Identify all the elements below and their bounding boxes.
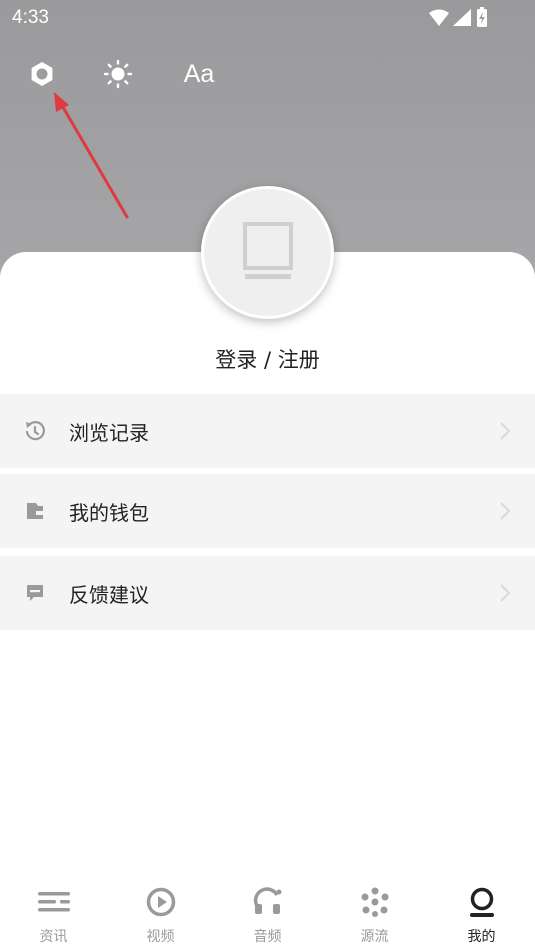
status-bar: 4:33 bbox=[0, 0, 535, 36]
status-icons bbox=[429, 7, 487, 27]
nav-item-profile[interactable]: 我的 bbox=[428, 880, 535, 951]
status-time: 4:33 bbox=[12, 7, 49, 28]
nav-label: 音频 bbox=[253, 929, 282, 945]
chevron-right-icon bbox=[500, 422, 511, 440]
nav-item-video[interactable]: 视频 bbox=[107, 880, 214, 951]
nav-label: 我的 bbox=[467, 929, 496, 945]
menu-item-label: 反馈建议 bbox=[69, 582, 149, 607]
top-tools: Aa bbox=[0, 52, 535, 96]
profile-icon bbox=[470, 887, 494, 917]
wallet-icon bbox=[24, 500, 46, 522]
menu-item-label: 浏览记录 bbox=[69, 420, 149, 445]
bottom-navigation: 资讯 视频 音频 源流 我的 bbox=[0, 880, 535, 951]
news-icon bbox=[38, 892, 70, 912]
signal-icon bbox=[453, 9, 471, 26]
login-register-link[interactable]: 登录 / 注册 bbox=[0, 344, 535, 374]
nav-label: 资讯 bbox=[39, 929, 68, 945]
menu-item-feedback[interactable]: 反馈建议 bbox=[0, 556, 535, 630]
font-size-label: Aa bbox=[183, 59, 215, 88]
brightness-button[interactable] bbox=[98, 52, 138, 96]
history-icon bbox=[24, 420, 46, 442]
video-icon bbox=[146, 887, 176, 917]
chevron-right-icon bbox=[500, 584, 511, 602]
settings-button[interactable] bbox=[22, 52, 62, 96]
battery-icon bbox=[477, 7, 487, 27]
menu-item-wallet[interactable]: 我的钱包 bbox=[0, 474, 535, 548]
font-size-button[interactable]: Aa bbox=[176, 52, 222, 96]
gear-icon bbox=[31, 62, 53, 86]
avatar[interactable] bbox=[201, 186, 334, 319]
nav-item-sources[interactable]: 源流 bbox=[321, 880, 428, 951]
avatar-placeholder-icon bbox=[242, 221, 293, 279]
nav-item-news[interactable]: 资讯 bbox=[0, 880, 107, 951]
sun-icon bbox=[103, 59, 133, 89]
chevron-right-icon bbox=[500, 502, 511, 520]
nav-label: 视频 bbox=[146, 929, 175, 945]
feedback-icon bbox=[24, 582, 46, 604]
wifi-icon bbox=[429, 9, 449, 26]
audio-icon bbox=[253, 887, 282, 914]
nav-item-audio[interactable]: 音频 bbox=[214, 880, 321, 951]
menu-item-label: 我的钱包 bbox=[69, 500, 149, 525]
menu-item-history[interactable]: 浏览记录 bbox=[0, 394, 535, 468]
sources-icon bbox=[361, 887, 389, 917]
nav-label: 源流 bbox=[360, 929, 389, 945]
